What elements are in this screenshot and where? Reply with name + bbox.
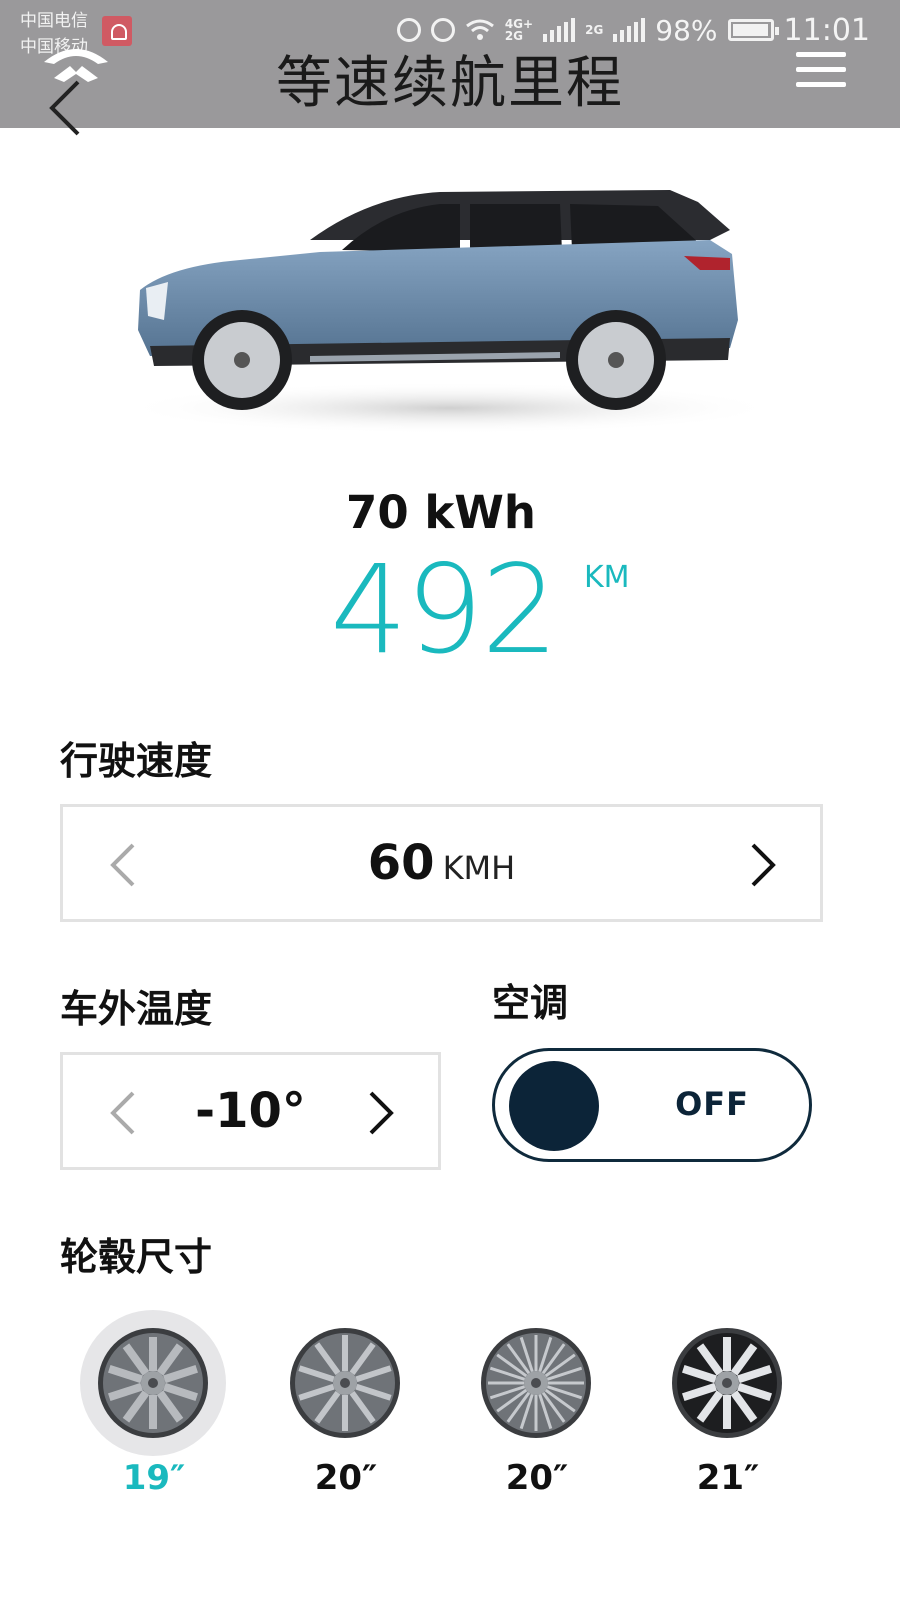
- menu-button[interactable]: [796, 52, 848, 88]
- app-header: 中国电信 中国移动 4G+ 2G 2G 98% 11:01 等速续航里程: [0, 0, 900, 136]
- speed-value-wrap: 60 KMH: [63, 835, 820, 891]
- wheel-option[interactable]: 20″: [266, 1310, 426, 1510]
- speed-increase-button[interactable]: [747, 841, 779, 893]
- temperature-label: 车外温度: [60, 987, 213, 1031]
- temperature-increase-button[interactable]: [365, 1089, 397, 1141]
- battery-capacity: 70 kWh: [346, 486, 536, 539]
- chevron-right-icon: [369, 1091, 394, 1135]
- temperature-value: -10°: [195, 1083, 306, 1139]
- range-value: 492: [330, 539, 559, 681]
- speed-unit: KMH: [442, 849, 516, 887]
- wheel-rim-icon: [98, 1328, 208, 1438]
- wheel-size-label: 轮毂尺寸: [60, 1235, 213, 1279]
- range-unit: KM: [584, 560, 630, 595]
- wheel-size-text: 19″: [122, 1458, 186, 1498]
- chevron-left-icon: [110, 1091, 135, 1135]
- network-type-3: 2G: [585, 23, 604, 37]
- temperature-stepper: -10°: [60, 1052, 441, 1170]
- wheel-option[interactable]: 20″: [457, 1310, 617, 1510]
- wheel-size-text: 20″: [505, 1458, 569, 1498]
- wheel-rim-icon: [290, 1328, 400, 1438]
- ac-state: OFF: [675, 1085, 749, 1123]
- wheel-option[interactable]: 19″: [74, 1310, 234, 1510]
- speed-value: 60: [367, 835, 435, 891]
- wheel-size-text: 21″: [696, 1458, 760, 1498]
- car-illustration: [120, 190, 780, 434]
- wheel-size-text: 20″: [314, 1458, 378, 1498]
- wheel-rim-icon: [672, 1328, 782, 1438]
- menu-icon: [796, 52, 846, 57]
- chevron-right-icon: [751, 843, 776, 887]
- temperature-decrease-button[interactable]: [107, 1089, 139, 1141]
- wheel-rim-icon: [481, 1328, 591, 1438]
- ac-label: 空调: [492, 981, 569, 1025]
- car-image: [110, 170, 790, 450]
- speed-stepper: 60 KMH: [60, 804, 823, 922]
- speed-label: 行驶速度: [60, 739, 213, 783]
- carrier-1: 中国电信: [20, 11, 88, 31]
- toggle-knob: [509, 1061, 599, 1151]
- page-title: 等速续航里程: [276, 51, 624, 116]
- wheel-option[interactable]: 21″: [648, 1310, 808, 1510]
- ac-toggle[interactable]: OFF: [492, 1048, 812, 1162]
